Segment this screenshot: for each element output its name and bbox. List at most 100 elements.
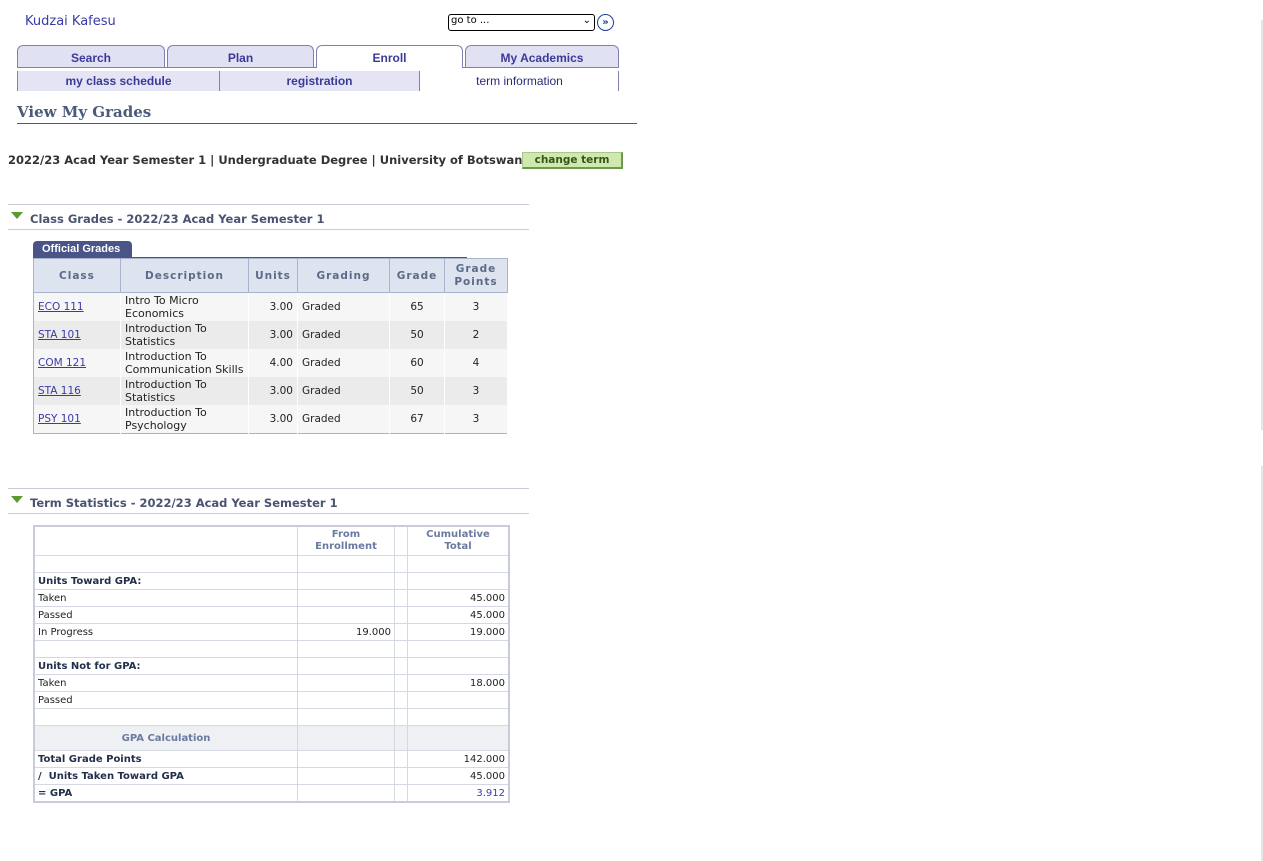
term-stats-table: From Enrollment Cumulative Total Units T… (33, 525, 510, 803)
subtab-registration[interactable]: registration (219, 71, 419, 91)
description: Introduction To Statistics (125, 378, 207, 404)
change-term-button[interactable]: change term (522, 152, 623, 169)
col-grading: Grading (297, 258, 390, 293)
col-description: Description (120, 258, 249, 293)
grade-points: 2 (444, 321, 508, 349)
tab-my-academics[interactable]: My Academics (465, 45, 619, 67)
gpa-calculation-caption: GPA Calculation (33, 725, 298, 751)
section-rule (8, 229, 529, 230)
stat-from (297, 589, 395, 607)
col-cumulative-total: Cumulative Total (407, 525, 510, 556)
stat-cum: 18.000 (407, 674, 510, 692)
gpa-caption-row: GPA Calculation (33, 725, 510, 751)
table-row: ECO 111 Intro To Micro Economics 3.00 Gr… (33, 292, 508, 321)
title-rule (17, 123, 637, 124)
class-cell: COM 121 (33, 349, 121, 377)
stat-cum: 45.000 (407, 606, 510, 624)
units-toward-gpa-label: Units Toward GPA: (33, 572, 298, 590)
stat-from (297, 674, 395, 692)
section-rule (8, 513, 529, 514)
gpa-label: = GPA (33, 784, 298, 803)
grading: Graded (297, 321, 390, 349)
subtab-edge (618, 71, 619, 91)
description: Introduction To Communication Skills (125, 350, 244, 376)
tab-search[interactable]: Search (17, 45, 165, 67)
description-cell: Introduction To Statistics (120, 377, 249, 405)
stat-label: Taken (33, 674, 298, 692)
grades-table: Class Description Units Grading Grade Gr… (33, 258, 508, 434)
stat-label: Passed (33, 691, 298, 709)
stat-cum: 45.000 (407, 589, 510, 607)
units: 3.00 (248, 377, 298, 405)
col-class: Class (33, 258, 121, 293)
grading: Graded (297, 292, 390, 321)
grade-points: 3 (444, 405, 508, 434)
description: Introduction To Psychology (125, 406, 207, 432)
grade-points: 3 (444, 377, 508, 405)
units: 4.00 (248, 349, 298, 377)
units: 3.00 (248, 292, 298, 321)
class-cell: PSY 101 (33, 405, 121, 434)
double-chevron-right-icon: » (602, 17, 609, 28)
grading: Graded (297, 405, 390, 434)
stats-header-row: From Enrollment Cumulative Total (33, 525, 510, 556)
gpa-value: 3.912 (407, 784, 510, 803)
units: 3.00 (248, 405, 298, 434)
units-taken-label: / Units Taken Toward GPA (33, 767, 298, 785)
class-cell: STA 116 (33, 377, 121, 405)
description-cell: Intro To Micro Economics (120, 292, 249, 321)
stats-row: Taken 18.000 (33, 674, 510, 692)
grade-points: 4 (444, 349, 508, 377)
class-cell: ECO 111 (33, 292, 121, 321)
class-grades-header[interactable]: Class Grades - 2022/23 Acad Year Semeste… (30, 212, 324, 226)
stats-row: = GPA 3.912 (33, 784, 510, 803)
col-units: Units (248, 258, 298, 293)
tab-divider-right (463, 67, 619, 68)
class-link[interactable]: PSY 101 (38, 413, 81, 425)
table-row: STA 116 Introduction To Statistics 3.00 … (33, 377, 508, 405)
stat-from (297, 691, 395, 709)
grade: 50 (389, 321, 445, 349)
stat-label: In Progress (33, 623, 298, 641)
user-name: Kudzai Kafesu (25, 14, 116, 29)
grade: 65 (389, 292, 445, 321)
grade-points: 3 (444, 292, 508, 321)
official-grades-tab[interactable]: Official Grades (33, 241, 132, 258)
collapse-triangle-icon[interactable] (11, 212, 23, 219)
description-cell: Introduction To Statistics (120, 321, 249, 349)
col-from-enrollment: From Enrollment (297, 525, 395, 556)
class-link[interactable]: STA 116 (38, 385, 81, 397)
stat-label: Taken (33, 589, 298, 607)
stat-from: 19.000 (297, 623, 395, 641)
stats-row: Units Toward GPA: (33, 572, 510, 590)
collapse-triangle-icon[interactable] (11, 496, 23, 503)
class-link[interactable]: ECO 111 (38, 301, 84, 313)
class-link[interactable]: COM 121 (38, 357, 86, 369)
grades-grid-container: Class Description Units Grading Grade Gr… (33, 258, 509, 434)
description-cell: Introduction To Communication Skills (120, 349, 249, 377)
subtab-my-class-schedule[interactable]: my class schedule (17, 71, 219, 91)
tab-plan[interactable]: Plan (167, 45, 314, 67)
term-stats-header[interactable]: Term Statistics - 2022/23 Acad Year Seme… (30, 496, 338, 510)
units-not-for-gpa-label: Units Not for GPA: (33, 657, 298, 675)
subtab-term-information[interactable]: term information (419, 71, 619, 91)
col-grade: Grade (389, 258, 445, 293)
goto-arrow-button[interactable]: » (597, 14, 614, 31)
stats-row (33, 708, 510, 726)
term-info: 2022/23 Acad Year Semester 1 | Undergrad… (8, 153, 531, 167)
tab-enroll[interactable]: Enroll (316, 45, 463, 68)
total-grade-points: 142.000 (407, 750, 510, 768)
spacer-col (394, 525, 408, 556)
stat-cum: 19.000 (407, 623, 510, 641)
stat-from (297, 606, 395, 624)
tab-divider (17, 67, 316, 68)
grades-header-row: Class Description Units Grading Grade Gr… (33, 258, 508, 293)
units-taken-toward-gpa: 45.000 (407, 767, 510, 785)
class-link[interactable]: STA 101 (38, 329, 81, 341)
total-grade-points-label: Total Grade Points (33, 750, 298, 768)
col-grade-points: Grade Points (444, 258, 508, 293)
description-cell: Introduction To Psychology (120, 405, 249, 434)
description: Intro To Micro Economics (125, 294, 199, 320)
goto-select[interactable]: go to ... ⌄ (448, 14, 595, 31)
table-row: COM 121 Introduction To Communication Sk… (33, 349, 508, 377)
